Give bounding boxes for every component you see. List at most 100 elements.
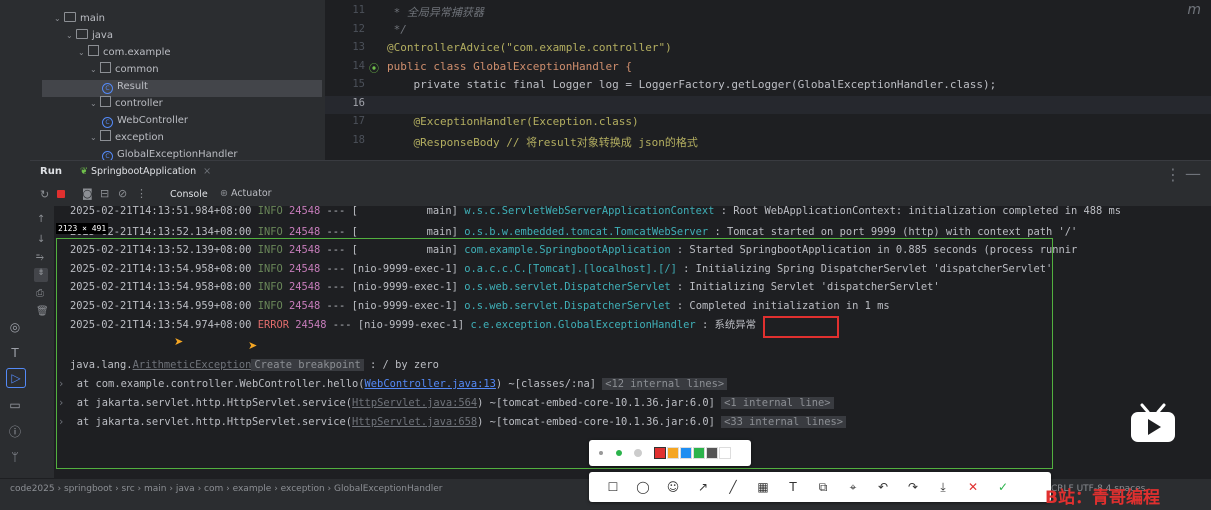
build-icon[interactable]: T [6,344,24,362]
undo-icon[interactable]: ↶ [875,479,891,495]
class-icon: C [102,83,113,94]
soft-wrap-icon[interactable]: ⥱ [36,252,44,263]
rect-icon[interactable]: ☐ [605,479,621,495]
color-swatch[interactable] [654,447,666,459]
log-logger[interactable]: c.e.exception.GlobalExceptionHandler [470,319,695,331]
text-icon[interactable]: T [785,479,801,495]
log-logger[interactable]: o.s.b.w.embedded.tomcat.TomcatWebServer [464,226,708,238]
line-number: 14 [352,59,365,72]
chevron-down-icon[interactable]: ⌄ [54,10,64,27]
emoji-icon[interactable]: ☺ [665,479,681,495]
run-tool-icon[interactable]: ▷ [6,368,26,388]
line-icon[interactable]: ╱ [725,479,741,495]
tree-item[interactable]: ⌄ java [66,27,113,44]
size-medium[interactable] [616,450,622,456]
share-icon[interactable]: ↷ [905,479,921,495]
terminal-icon[interactable]: ▭ [6,396,24,414]
color-swatch[interactable] [667,447,679,459]
color-swatch[interactable] [706,447,718,459]
expand-chevron-icon[interactable]: › [58,397,77,409]
color-swatch[interactable] [693,447,705,459]
tree-item-label: controller [115,98,163,109]
size-large[interactable] [634,449,642,457]
camera-icon[interactable]: ◙ [82,187,93,200]
log-logger[interactable]: o.a.c.c.C.[Tomcat].[localhost].[/] [464,263,677,275]
console-output[interactable]: 2025-02-21T14:13:51.984+08:00 INFO 24548… [30,206,1211,478]
create-breakpoint[interactable]: Create breakpoint [251,359,364,371]
chevron-down-icon[interactable]: ⌄ [90,95,100,112]
log-level: ERROR [257,318,289,331]
breadcrumb-item[interactable]: GlobalExceptionHandler [334,484,442,494]
services-icon[interactable]: ◎ [6,318,24,336]
scroll-up-icon[interactable]: ↑ [37,214,45,225]
save-icon[interactable]: ⤓ [935,479,951,495]
tree-item[interactable]: ⌄ exception [90,129,164,146]
more-options-icon[interactable]: ⋮ [1165,165,1181,184]
close-icon[interactable]: × [203,166,211,177]
tree-item[interactable]: C WebController [102,112,188,129]
tree-item[interactable]: ⌄ common [90,61,159,78]
print-icon[interactable]: ⎙ [36,288,44,299]
problems-icon[interactable]: ⓘ [6,422,24,440]
confirm-icon[interactable]: ✓ [995,479,1011,495]
log-pid: 24548 [295,318,327,331]
stack-link[interactable]: HttpServlet.java:658 [352,416,477,428]
internal-lines-chip[interactable]: <1 internal line> [721,397,834,409]
bilibili-logo-icon [1131,403,1175,442]
stack-link[interactable]: HttpServlet.java:564 [352,397,477,409]
log-logger[interactable]: o.s.web.servlet.DispatcherServlet [464,300,670,312]
chevron-down-icon[interactable]: ⌄ [90,61,100,78]
git-icon[interactable]: ᛘ [6,448,24,466]
internal-lines-chip[interactable]: <33 internal lines> [721,416,847,428]
breadcrumb-separator: › [324,484,334,494]
scroll-icon[interactable]: ⌖ [845,479,861,495]
tab-actuator[interactable]: ⊛ Actuator [220,188,272,199]
breadcrumb-item[interactable]: example [233,484,272,494]
arrow-icon[interactable]: ↗ [695,479,711,495]
spring-bean-icon[interactable]: ⦿ [369,60,379,75]
mosaic-icon[interactable]: ▦ [755,479,771,495]
chevron-down-icon[interactable]: ⌄ [66,27,76,44]
coverage-icon[interactable]: ⊘ [118,187,127,200]
stack-link[interactable]: WebController.java:13 [365,378,496,390]
scroll-down-icon[interactable]: ↓ [37,234,45,245]
tree-item[interactable]: ⌄ com.example [78,44,171,61]
tree-item[interactable]: C GlobalExceptionHandler [102,146,238,160]
breadcrumb-item[interactable]: src [122,484,135,494]
stack-frame: › at jakarta.servlet.http.HttpServlet.se… [58,396,834,410]
scroll-to-end-icon[interactable]: ⇟ [34,268,48,282]
minimize-icon[interactable]: — [1185,164,1201,183]
tree-item[interactable]: ⌄ main [54,10,105,27]
log-logger[interactable]: o.s.web.servlet.DispatcherServlet [464,281,670,293]
tree-item[interactable]: C Result [102,78,148,95]
internal-lines-chip[interactable]: <12 internal lines> [602,378,728,390]
toolbar-more-icon[interactable]: ⋮ [136,187,147,200]
expand-chevron-icon[interactable]: › [58,378,77,390]
breadcrumb-item[interactable]: springboot [64,484,112,494]
cancel-icon[interactable]: ✕ [965,479,981,495]
stop-icon[interactable] [57,190,65,198]
exception-class[interactable]: ArithmeticException [133,359,252,371]
code-editor[interactable]: 11 * 全局异常捕获器 12 */ 13 @ControllerAdvice("co… [325,0,1211,160]
breadcrumb-item[interactable]: code2025 [10,484,55,494]
breadcrumb-item[interactable]: java [176,484,195,494]
tree-item[interactable]: ⌄ controller [90,95,163,112]
log-logger[interactable]: com.example.SpringbootApplication [464,244,670,256]
log-logger[interactable]: w.s.c.ServletWebServerApplicationContext [464,206,714,217]
rerun-icon[interactable]: ↻ [40,188,49,201]
restore-layout-icon[interactable]: ⊟ [100,187,109,200]
tab-console[interactable]: Console [170,189,208,200]
pin-icon[interactable]: ⧉ [815,479,831,495]
size-small[interactable] [599,451,603,455]
breadcrumb-item[interactable]: main [144,484,167,494]
color-swatch[interactable] [680,447,692,459]
trash-icon[interactable]: 🗑 [36,306,49,317]
color-swatch[interactable] [719,447,731,459]
chevron-down-icon[interactable]: ⌄ [78,44,88,61]
ellipse-icon[interactable]: ◯ [635,479,651,495]
breadcrumb-item[interactable]: com [204,484,223,494]
chevron-down-icon[interactable]: ⌄ [90,129,100,146]
log-separator: --- [326,206,346,217]
expand-chevron-icon[interactable]: › [58,416,77,428]
breadcrumb-item[interactable]: exception [281,484,325,494]
